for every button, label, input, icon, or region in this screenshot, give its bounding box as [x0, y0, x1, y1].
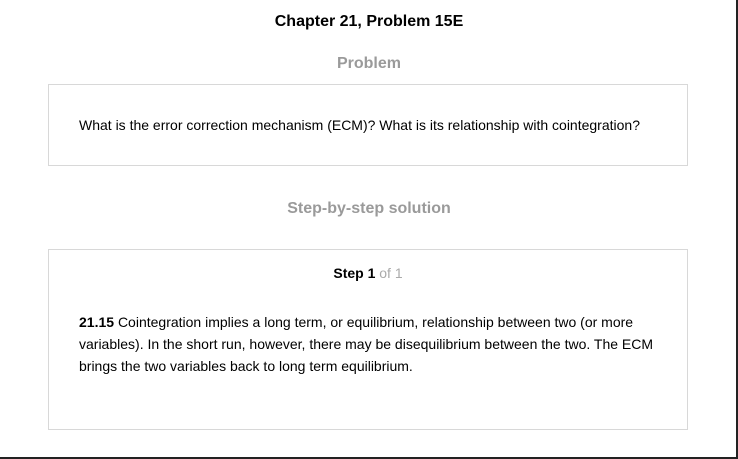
solution-card: Step 1 of 1 21.15 Cointegration implies …: [48, 249, 688, 430]
problem-text: What is the error correction mechanism (…: [79, 117, 640, 133]
problem-card: What is the error correction mechanism (…: [48, 84, 688, 166]
solution-text: 21.15 Cointegration implies a long term,…: [79, 311, 659, 377]
answer-body: Cointegration implies a long term, or eq…: [79, 314, 654, 374]
step-indicator: Step 1 of 1: [49, 264, 687, 282]
page-title: Chapter 21, Problem 15E: [274, 13, 464, 30]
answer-number: 21.15: [79, 314, 115, 330]
solution-heading: Step-by-step solution: [287, 200, 451, 217]
step-count: of 1: [379, 265, 403, 281]
problem-heading: Problem: [336, 55, 401, 72]
step-label: Step 1: [333, 265, 376, 281]
